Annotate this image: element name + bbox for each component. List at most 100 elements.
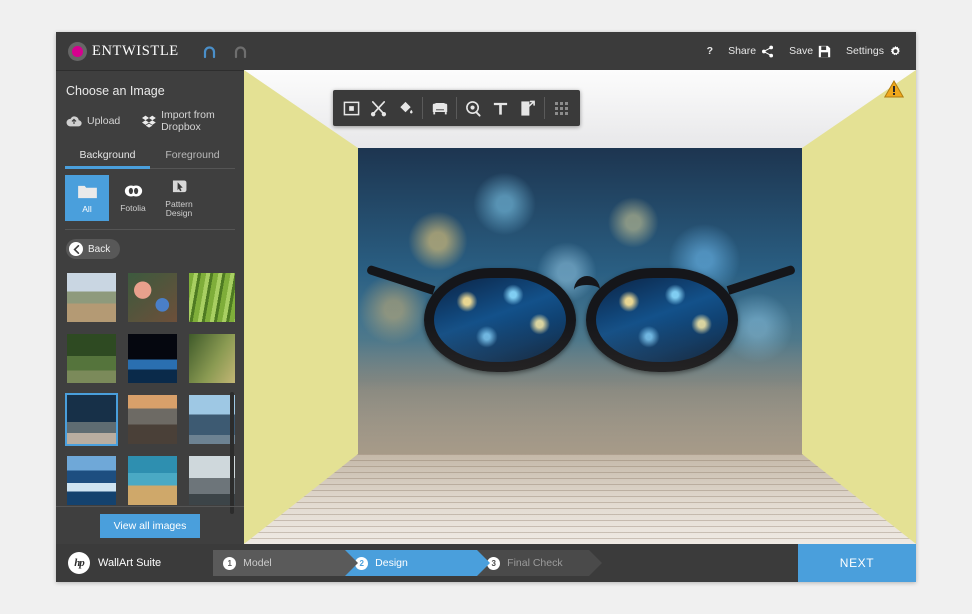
design-canvas[interactable] xyxy=(244,70,916,544)
step-design[interactable]: 2 Design xyxy=(345,550,491,576)
thumbnail-scrollbar[interactable] xyxy=(230,277,234,527)
glasses-temple-right xyxy=(726,264,796,295)
room-floor xyxy=(244,454,916,544)
brand-name: ENTWISTLE xyxy=(92,42,179,59)
next-button[interactable]: NEXT xyxy=(798,544,916,582)
upload-button[interactable]: Upload xyxy=(66,109,120,133)
furniture-tool-button[interactable] xyxy=(426,95,453,121)
thumbnail-iceberg-ocean[interactable] xyxy=(65,454,118,507)
save-button[interactable]: Save xyxy=(789,45,831,58)
glasses-artwork xyxy=(366,260,796,410)
editor-toolbar xyxy=(333,90,580,126)
help-button[interactable]: ? xyxy=(707,45,713,57)
thumbnail-grid xyxy=(65,271,235,507)
thumbnail-scroll-area[interactable] xyxy=(65,271,235,533)
room-preview xyxy=(244,70,916,544)
cursor-icon xyxy=(171,179,188,197)
fill-tool-button[interactable] xyxy=(392,95,419,121)
zoom-tool-button[interactable] xyxy=(460,95,487,121)
thumbnail-earth-from-space[interactable] xyxy=(126,332,179,385)
panel-title: Choose an Image xyxy=(66,84,165,98)
thumbnail-cityscape-rooftops[interactable] xyxy=(65,271,118,324)
thumbnail-viewing-binoculars[interactable] xyxy=(187,454,235,507)
thumbnail-glasses-city-night[interactable] xyxy=(65,393,118,446)
step-final-check[interactable]: 3 Final Check xyxy=(477,550,603,576)
step-label: Model xyxy=(243,557,272,569)
glasses-temple-left xyxy=(366,264,436,295)
category-all-label: All xyxy=(82,203,92,214)
text-tool-button[interactable] xyxy=(487,95,514,121)
workflow-steps: 1 Model 2 Design 3 Final Check xyxy=(213,550,603,576)
settings-label: Settings xyxy=(846,45,884,57)
dropbox-label: Import from Dropbox xyxy=(161,109,215,133)
fotolia-icon xyxy=(124,184,143,201)
category-all[interactable]: All xyxy=(65,175,109,221)
image-source-row: Upload Import from Dropbox xyxy=(66,109,244,133)
glasses-lens-left xyxy=(424,268,576,372)
scissors-icon xyxy=(370,100,387,116)
cut-tool-button[interactable] xyxy=(365,95,392,121)
warning-triangle-icon[interactable] xyxy=(883,79,905,98)
scrollbar-thumb[interactable] xyxy=(230,392,234,514)
chevron-left-icon xyxy=(69,242,83,256)
crop-tool-button[interactable] xyxy=(338,95,365,121)
undo-redo-group xyxy=(201,43,249,60)
sofa-icon xyxy=(432,103,447,115)
tab-background[interactable]: Background xyxy=(65,149,150,169)
category-row: All Fotolia Pattern Design xyxy=(65,169,235,230)
suite-name: WallArt Suite xyxy=(98,557,162,569)
tab-foreground[interactable]: Foreground xyxy=(150,149,235,168)
wallpaper-image[interactable] xyxy=(358,148,802,458)
magnifier-icon xyxy=(466,100,481,117)
thumbnail-skyscrapers-blue[interactable] xyxy=(187,393,235,446)
upload-icon xyxy=(66,116,82,127)
more-tool-button[interactable] xyxy=(548,95,575,121)
thumbnail-rocky-coast-sunset[interactable] xyxy=(126,393,179,446)
upload-label: Upload xyxy=(87,115,121,127)
share-icon xyxy=(762,45,774,57)
share-button[interactable]: Share xyxy=(728,45,774,58)
category-fotolia-label: Fotolia xyxy=(120,203,146,213)
header-actions: ? Share Save Settings xyxy=(707,45,902,58)
category-pattern-label: Pattern Design xyxy=(165,198,193,219)
app-footer: hp WallArt Suite 1 Model 2 Design 3 Final Che… xyxy=(56,544,916,582)
step-label: Final Check xyxy=(507,557,563,569)
view-all-images-button[interactable]: View all images xyxy=(99,513,201,538)
hp-logo: hp xyxy=(68,552,90,574)
step-model[interactable]: 1 Model xyxy=(213,550,359,576)
category-fotolia[interactable]: Fotolia xyxy=(111,175,155,221)
view-all-bar: View all images xyxy=(56,506,244,544)
thumbnail-coral-reef-flowers[interactable] xyxy=(126,271,179,324)
source-tabs: Background Foreground xyxy=(65,149,235,169)
application-window: ENTWISTLE ? Share Save Settings Choose a… xyxy=(56,32,916,582)
share-label: Share xyxy=(728,45,757,57)
step-label: Design xyxy=(375,557,408,569)
toolbar-separator-2 xyxy=(456,97,457,119)
undo-icon[interactable] xyxy=(201,43,218,60)
help-label: ? xyxy=(706,45,714,57)
settings-button[interactable]: Settings xyxy=(846,45,902,58)
thumbnail-forest-path[interactable] xyxy=(65,332,118,385)
thumbnail-sea-turtle-reef[interactable] xyxy=(126,454,179,507)
import-dropbox-button[interactable]: Import from Dropbox xyxy=(142,109,244,133)
app-header: ENTWISTLE ? Share Save Settings xyxy=(56,32,916,70)
paint-bucket-icon xyxy=(400,101,413,113)
gear-icon xyxy=(890,45,900,55)
export-icon xyxy=(521,100,535,116)
redo-icon[interactable] xyxy=(232,43,249,60)
thumbnail-green-tunnel-road[interactable] xyxy=(187,332,235,385)
brand-logo: ENTWISTLE xyxy=(68,41,179,61)
dropbox-icon xyxy=(142,115,157,128)
glasses-bridge xyxy=(574,276,600,290)
sidebar-panel: Choose an Image Upload Import from Dropb… xyxy=(56,70,244,544)
crop-icon xyxy=(343,101,360,115)
glasses-lens-right xyxy=(586,268,738,372)
toolbar-separator-3 xyxy=(544,97,545,119)
thumbnail-bamboo-stalks[interactable] xyxy=(187,271,235,324)
text-t-icon xyxy=(493,102,508,115)
export-tool-button[interactable] xyxy=(514,95,541,121)
back-button[interactable]: Back xyxy=(66,239,121,259)
back-label: Back xyxy=(88,243,111,255)
entwistle-logo-icon xyxy=(68,41,87,61)
category-pattern-design[interactable]: Pattern Design xyxy=(157,175,201,221)
